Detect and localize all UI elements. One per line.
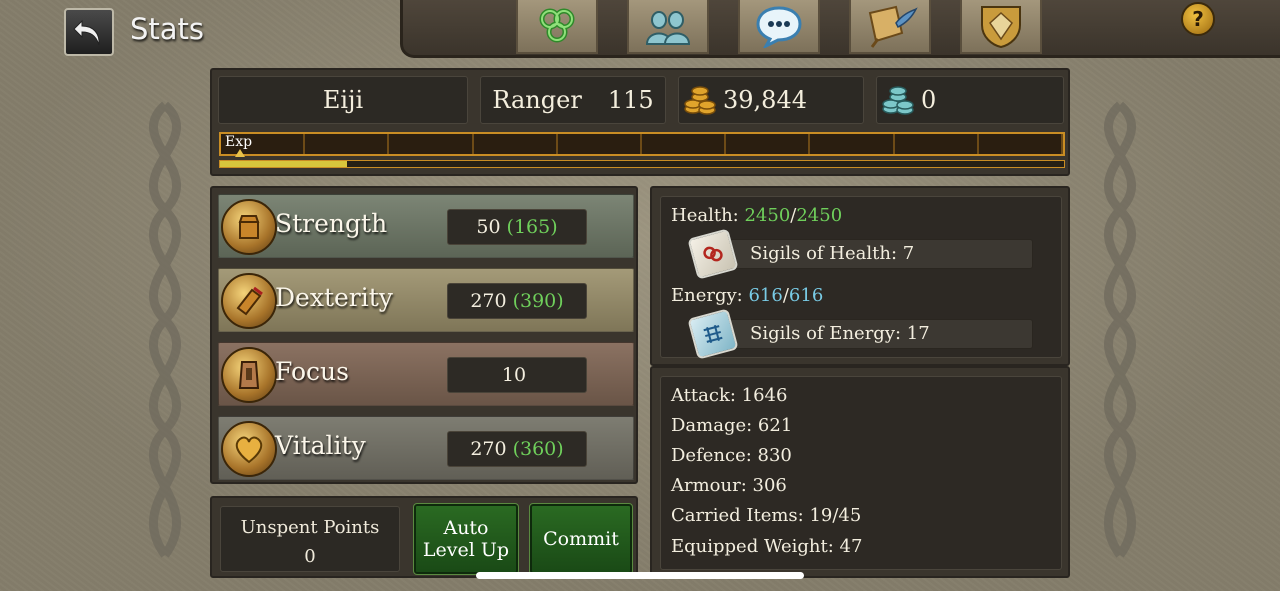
stat-armour: Armour: 306 — [671, 475, 787, 496]
stat-damage: Damage: 621 — [671, 415, 793, 436]
unspent-points-box: Unspent Points 0 — [220, 506, 400, 572]
health-sigil-icon — [687, 228, 739, 280]
tab-party[interactable] — [627, 0, 709, 54]
character-class: Ranger — [492, 86, 582, 114]
strength-icon — [221, 199, 277, 255]
commit-label: Commit — [543, 528, 619, 550]
stat-carried-items: Carried Items: 19/45 — [671, 505, 862, 526]
attribute-base: 270 — [470, 438, 507, 460]
focus-icon — [221, 347, 277, 403]
health-current: 2450 — [744, 205, 791, 226]
title-area: Stats — [0, 0, 420, 62]
stat-equipped-weight: Equipped Weight: 47 — [671, 536, 863, 557]
attribute-base: 270 — [470, 290, 507, 312]
class-level-box: Ranger 115 — [480, 76, 666, 124]
attribute-total: (360) — [512, 438, 564, 460]
attribute-base: 50 — [476, 216, 501, 238]
attribute-value: 50 (165) — [447, 209, 587, 245]
platinum-box: 0 — [876, 76, 1064, 124]
tab-quests[interactable] — [849, 0, 931, 54]
character-summary-panel: Eiji Ranger 115 39,844 0 Exp — [210, 68, 1070, 176]
attributes-panel: Strength 50 (165) Dexterity 270 (390) Fo… — [210, 186, 638, 484]
points-panel: Unspent Points 0 Auto Level Up Commit — [210, 496, 638, 578]
character-name-box: Eiji — [218, 76, 468, 124]
combat-stats-inner: Attack: 1646 Damage: 621 Defence: 830 Ar… — [660, 376, 1062, 570]
unspent-points-value: 0 — [304, 546, 316, 567]
attribute-value: 270 (390) — [447, 283, 587, 319]
exp-bar: Exp — [219, 132, 1065, 157]
help-icon: ? — [1192, 7, 1204, 31]
sigils-of-health-box[interactable]: Sigils of Health: 7 — [687, 228, 1033, 280]
party-icon — [645, 11, 691, 45]
commit-button[interactable]: Commit — [529, 503, 633, 575]
home-indicator[interactable] — [476, 572, 804, 579]
vitals-panel: Health: 2450/2450 Sigils of Health: 7 En… — [650, 186, 1070, 366]
combat-stats-panel: Attack: 1646 Damage: 621 Defence: 830 Ar… — [650, 366, 1070, 578]
guild-crest-icon — [981, 6, 1021, 49]
chat-icon — [756, 6, 802, 48]
character-level: 115 — [607, 86, 654, 114]
gold-box: 39,844 — [678, 76, 864, 124]
energy-label: Energy: — [671, 285, 743, 306]
triskele-icon — [539, 8, 575, 43]
quest-scroll-icon — [868, 5, 918, 48]
tab-chat[interactable] — [738, 0, 820, 54]
attribute-total: (390) — [512, 290, 564, 312]
unspent-points-label: Unspent Points — [240, 517, 380, 538]
page-title: Stats — [130, 12, 205, 46]
tab-guild[interactable] — [960, 0, 1042, 54]
stat-attack: Attack: 1646 — [671, 385, 788, 406]
attribute-row-strength[interactable]: Strength 50 (165) — [218, 194, 634, 258]
gold-coins-icon — [684, 86, 716, 115]
gold-amount: 39,844 — [723, 86, 807, 114]
attribute-row-vitality[interactable]: Vitality 270 (360) — [218, 416, 634, 480]
attribute-value: 10 — [447, 357, 587, 393]
vitals-inner: Health: 2450/2450 Sigils of Health: 7 En… — [660, 196, 1062, 360]
energy-sigil-icon — [687, 308, 739, 360]
exp-marker-icon — [235, 149, 245, 157]
celtic-knot-right-decoration — [1103, 101, 1137, 558]
attribute-name: Dexterity — [275, 283, 393, 312]
health-label: Health: — [671, 205, 739, 226]
attribute-name: Strength — [275, 209, 388, 238]
sigils-of-health-text: Sigils of Health: 7 — [750, 243, 915, 264]
attribute-name: Focus — [275, 357, 349, 386]
sigils-of-energy-text: Sigils of Energy: 17 — [750, 323, 930, 344]
energy-max: 616 — [788, 285, 824, 306]
platinum-amount: 0 — [921, 86, 937, 114]
tab-skills[interactable] — [516, 0, 598, 54]
stat-defence: Defence: 830 — [671, 445, 792, 466]
auto-level-up-line1: Auto — [443, 517, 489, 539]
auto-level-up-line2: Level Up — [422, 539, 510, 561]
platinum-coins-icon — [882, 86, 914, 115]
sigils-of-energy-box[interactable]: Sigils of Energy: 17 — [687, 308, 1033, 360]
attribute-base: 10 — [501, 364, 527, 386]
energy-current: 616 — [748, 285, 783, 306]
back-arrow-icon — [73, 19, 100, 46]
attribute-row-dexterity[interactable]: Dexterity 270 (390) — [218, 268, 634, 332]
auto-level-up-button[interactable]: Auto Level Up — [413, 503, 519, 575]
vitality-icon — [221, 421, 277, 477]
dexterity-icon — [221, 273, 277, 329]
exp-progress-track — [219, 160, 1065, 168]
exp-label: Exp — [225, 134, 253, 150]
energy-line: Energy: 616/616 — [671, 285, 823, 306]
celtic-knot-left-decoration — [148, 101, 182, 558]
attribute-name: Vitality — [275, 431, 366, 460]
health-line: Health: 2450/2450 — [671, 205, 842, 226]
attribute-row-focus[interactable]: Focus 10 — [218, 342, 634, 406]
help-button[interactable]: ? — [1181, 2, 1215, 36]
character-name: Eiji — [322, 86, 364, 114]
back-button[interactable] — [64, 8, 114, 56]
exp-progress-fill — [220, 161, 347, 167]
health-max: 2450 — [796, 205, 843, 226]
attribute-total: (165) — [506, 216, 558, 238]
attribute-value: 270 (360) — [447, 431, 587, 467]
